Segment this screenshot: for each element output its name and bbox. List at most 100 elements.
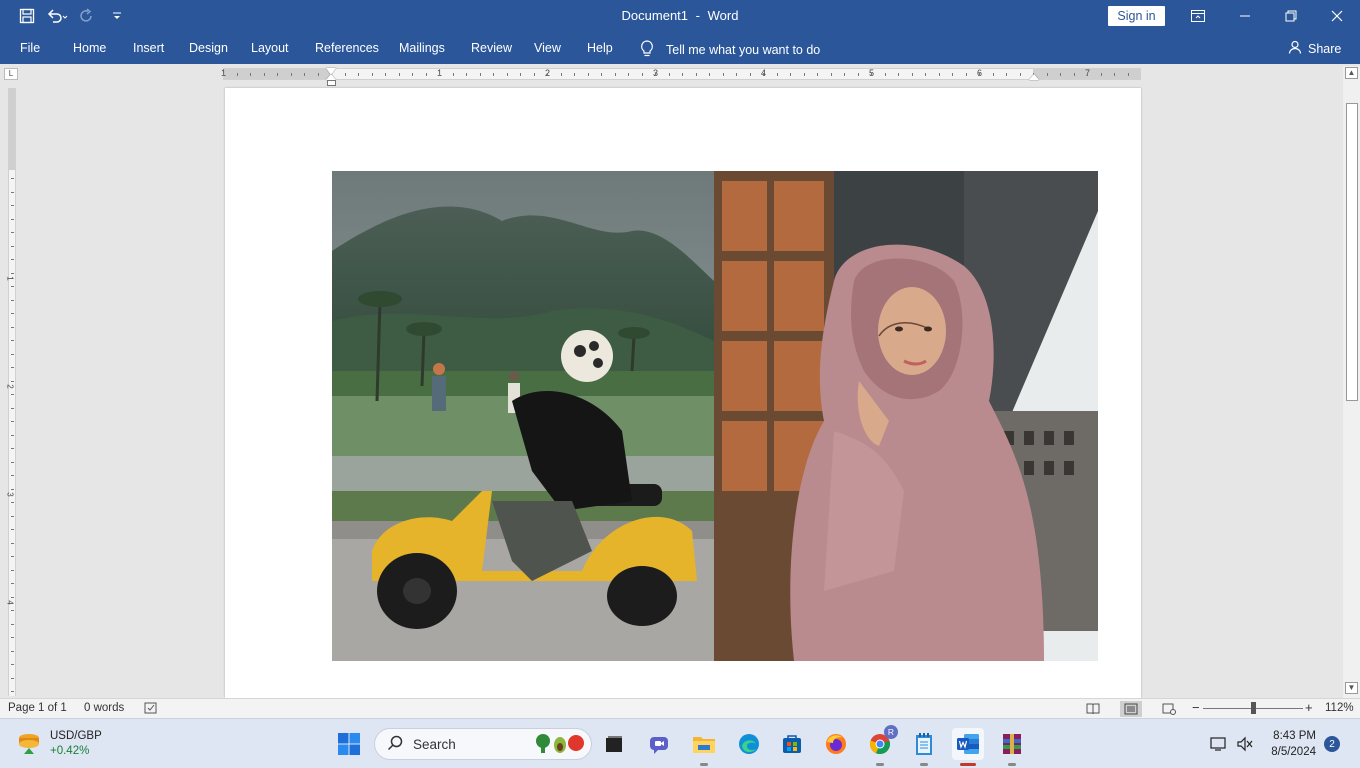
weather-stock-widget[interactable]: USD/GBP +0.42% [16, 729, 102, 759]
ruler-tick [1100, 73, 1102, 76]
zoom-slider-thumb[interactable] [1251, 702, 1256, 714]
file-explorer-icon[interactable] [688, 728, 720, 766]
quick-access-toolbar [14, 6, 130, 26]
hijab-woman-photo[interactable] [714, 171, 1098, 661]
ruler-tick [709, 73, 710, 76]
chrome-profile-badge: R [884, 725, 898, 739]
share-button[interactable]: Share [1288, 40, 1341, 57]
scroll-down-icon[interactable]: ▼ [1345, 682, 1358, 694]
app-name: Word [707, 8, 739, 23]
tab-home[interactable]: Home [73, 41, 106, 55]
chrome-icon[interactable]: R [864, 725, 898, 766]
ruler-tick [11, 610, 14, 611]
tab-design[interactable]: Design [189, 41, 228, 55]
tab-selector[interactable]: L [4, 68, 18, 80]
ruler-tick [385, 73, 386, 76]
proofing-icon[interactable] [144, 701, 158, 718]
task-view-icon[interactable] [598, 728, 630, 760]
tab-help[interactable]: Help [587, 41, 613, 55]
ruler-tick [11, 218, 14, 220]
ruler-tick [11, 515, 14, 517]
microsoft-store-icon[interactable] [776, 728, 808, 760]
horizontal-ruler[interactable]: 1 1 2 3 4 5 6 7 [221, 68, 1141, 80]
ruler-tick [844, 73, 845, 76]
tab-layout[interactable]: Layout [251, 41, 289, 55]
page-info[interactable]: Page 1 of 1 [8, 702, 67, 714]
tab-view[interactable]: View [534, 41, 561, 55]
ruler-tick [11, 434, 14, 436]
scooter-rider-photo[interactable] [332, 171, 714, 661]
print-layout-icon[interactable] [1120, 701, 1142, 717]
ruler-tick [601, 73, 602, 76]
scroll-thumb[interactable] [1346, 103, 1358, 401]
vertical-ruler[interactable]: 1 2 3 4 [5, 88, 16, 696]
word-count[interactable]: 0 words [84, 702, 124, 714]
zoom-in-button[interactable]: + [1305, 700, 1313, 715]
tab-references[interactable]: References [315, 41, 379, 55]
running-indicator [1008, 763, 1016, 766]
ribbon-display-options-icon[interactable] [1175, 0, 1221, 32]
edge-browser-icon[interactable] [733, 728, 765, 760]
minimize-icon[interactable] [1222, 0, 1268, 32]
right-indent-marker[interactable] [1029, 74, 1039, 80]
sign-in-button[interactable]: Sign in [1108, 6, 1165, 26]
ruler-tick [952, 73, 953, 76]
zoom-level[interactable]: 112% [1325, 702, 1354, 714]
redo-icon[interactable] [74, 6, 100, 26]
ruler-tick [1073, 73, 1075, 76]
system-clock[interactable]: 8:43 PM 8/5/2024 [1264, 728, 1316, 760]
word-app-icon[interactable] [952, 728, 984, 766]
volume-muted-icon[interactable] [1229, 728, 1261, 760]
web-layout-icon[interactable] [1158, 701, 1180, 717]
ruler-tick [790, 73, 791, 76]
ruler-tick [1046, 73, 1048, 76]
ruler-tick [452, 73, 454, 76]
ruler-tick [11, 299, 14, 301]
ruler-tick [587, 73, 589, 76]
document-page[interactable] [225, 88, 1141, 698]
notification-badge[interactable]: 2 [1324, 736, 1340, 752]
ruler-tick [695, 73, 697, 76]
ruler-tick [668, 73, 670, 76]
restore-icon[interactable] [1268, 0, 1314, 32]
ruler-tick [466, 73, 467, 76]
tab-review[interactable]: Review [471, 41, 512, 55]
save-icon[interactable] [14, 6, 40, 26]
ruler-tick [11, 272, 14, 274]
taskbar-search[interactable]: Search [374, 728, 592, 760]
ruler-tick [344, 73, 346, 76]
ruler-tick [1006, 73, 1007, 76]
ruler-tick [11, 583, 14, 584]
vertical-scrollbar[interactable]: ▲ ▼ [1343, 66, 1360, 698]
ruler-tick [533, 73, 535, 76]
ruler-tick [520, 73, 521, 76]
teams-chat-icon[interactable] [643, 728, 675, 760]
tab-file[interactable]: File [20, 41, 40, 55]
close-icon[interactable] [1314, 0, 1360, 32]
read-mode-icon[interactable] [1082, 701, 1104, 717]
left-indent-marker[interactable] [327, 80, 336, 86]
ruler-tick [11, 637, 14, 638]
customize-qat-icon[interactable] [104, 6, 130, 26]
scroll-up-icon[interactable]: ▲ [1345, 67, 1358, 79]
widget-change: +0.42% [50, 745, 90, 757]
zoom-out-button[interactable]: − [1192, 700, 1200, 715]
start-button[interactable] [333, 728, 365, 760]
search-label: Search [413, 736, 456, 752]
winrar-icon[interactable] [996, 728, 1028, 766]
ribbon-tabs: File Home Insert Design Layout Reference… [0, 32, 1360, 64]
status-bar: Page 1 of 1 0 words − + 112% [0, 698, 1360, 718]
firefox-icon[interactable] [820, 728, 852, 760]
top-margin-area [9, 88, 15, 170]
ruler-tick [11, 677, 14, 679]
notepad-icon[interactable] [908, 728, 940, 766]
undo-icon[interactable] [44, 6, 70, 26]
tab-insert[interactable]: Insert [133, 41, 164, 55]
ruler-tick [763, 73, 764, 76]
ruler-tick [11, 380, 14, 382]
ruler-number: 2 [5, 384, 15, 389]
tell-me-search[interactable]: Tell me what you want to do [640, 40, 820, 60]
tab-mailings[interactable]: Mailings [399, 41, 445, 55]
ruler-tick [11, 421, 14, 422]
ruler-tick [979, 73, 980, 76]
